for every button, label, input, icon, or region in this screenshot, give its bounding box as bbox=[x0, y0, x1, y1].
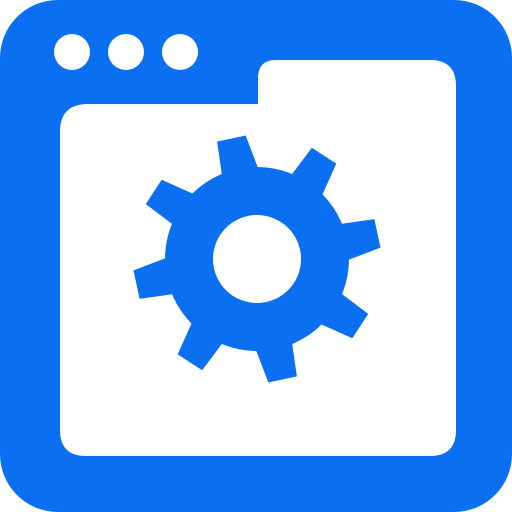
gear-hole bbox=[213, 215, 301, 303]
browser-settings-app-icon bbox=[0, 0, 512, 512]
window-controls bbox=[54, 34, 198, 70]
browser-window-settings-icon bbox=[0, 0, 512, 512]
window-dot-2 bbox=[108, 34, 144, 70]
window-dot-3 bbox=[162, 34, 198, 70]
window-dot-1 bbox=[54, 34, 90, 70]
